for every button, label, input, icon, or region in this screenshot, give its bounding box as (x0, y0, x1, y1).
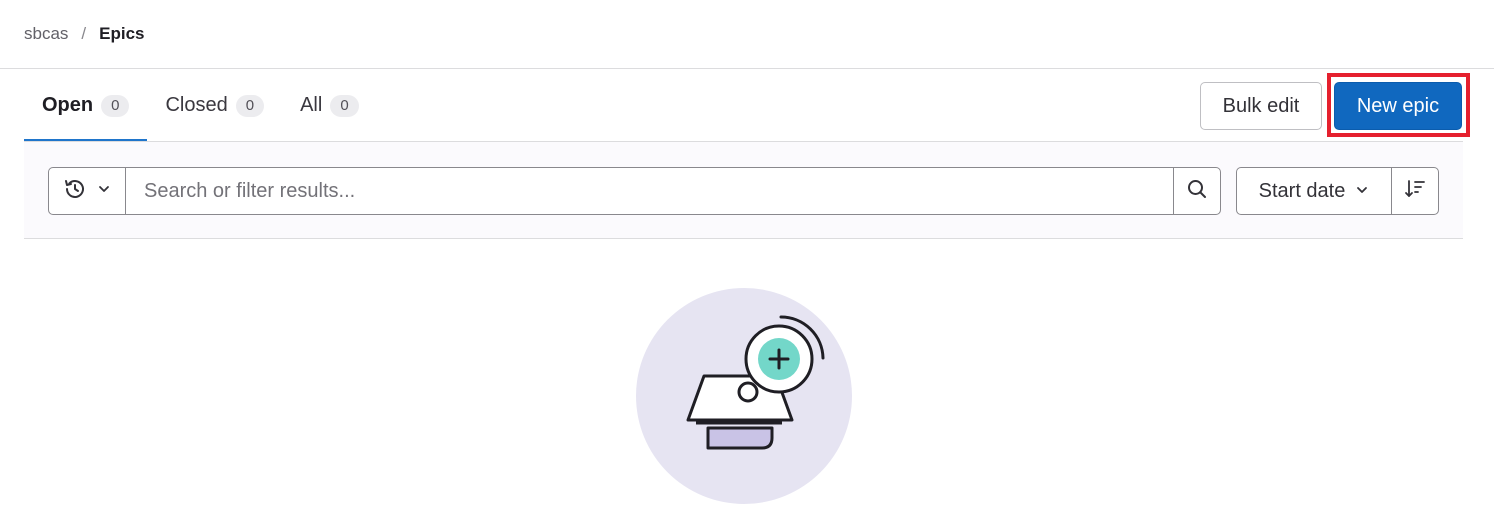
breadcrumb-group-link[interactable]: sbcas (24, 24, 68, 44)
tab-all[interactable]: All 0 (282, 69, 377, 142)
tab-open-count: 0 (101, 94, 130, 117)
breadcrumb-current[interactable]: Epics (99, 24, 144, 44)
sort-lowest-icon (1403, 177, 1427, 206)
sort-dropdown[interactable]: Start date (1236, 167, 1392, 215)
breadcrumb: sbcas / Epics (24, 22, 145, 46)
tab-open[interactable]: Open 0 (24, 69, 148, 142)
new-epic-button[interactable]: New epic (1334, 82, 1462, 130)
empty-state-illustration (636, 288, 852, 504)
search-input[interactable] (125, 167, 1174, 215)
chevron-down-icon (1355, 180, 1369, 203)
tab-all-count: 0 (330, 94, 359, 117)
breadcrumb-separator: / (81, 24, 87, 43)
tab-open-label: Open (42, 94, 94, 116)
sort-label: Start date (1258, 179, 1346, 202)
search-icon (1186, 178, 1208, 205)
chevron-down-icon (97, 182, 111, 201)
recent-searches-button[interactable] (48, 167, 126, 215)
tab-closed-label: Closed (165, 94, 228, 116)
tab-closed-count: 0 (235, 94, 265, 117)
tab-all-label: All (300, 94, 323, 116)
issuable-tabs: Open 0 Closed 0 All 0 (24, 69, 377, 142)
tab-closed[interactable]: Closed 0 (147, 69, 282, 142)
history-icon (63, 177, 87, 206)
bulk-edit-button[interactable]: Bulk edit (1200, 82, 1322, 130)
search-button[interactable] (1173, 167, 1221, 215)
sort-direction-button[interactable] (1391, 167, 1439, 215)
